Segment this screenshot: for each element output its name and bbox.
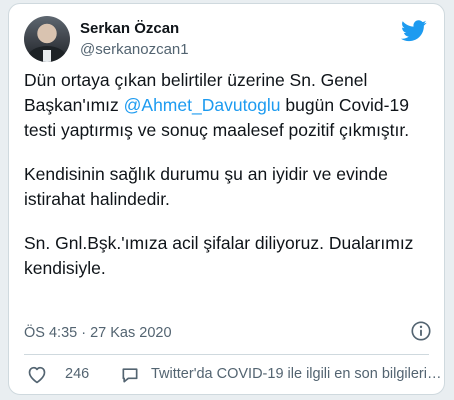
- avatar[interactable]: [24, 16, 70, 62]
- divider: [24, 354, 429, 355]
- tweet-timestamp[interactable]: ÖS 4:35 · 27 Kas 2020: [24, 325, 172, 341]
- tweet-actions: 246 Twitter'da COVID-19 ile ilgili en so…: [24, 361, 441, 389]
- twitter-bird-icon[interactable]: [401, 20, 427, 42]
- author-handle[interactable]: @serkanozcan1: [80, 41, 189, 58]
- tweet-paragraph-2: Kendisinin sağlık durumu şu an iyidir ve…: [24, 164, 388, 209]
- tweet-paragraph-3: Sn. Gnl.Bşk.'ımıza acil şifalar diliyoru…: [24, 233, 414, 278]
- heart-icon[interactable]: [27, 365, 47, 384]
- info-icon[interactable]: [410, 320, 432, 342]
- covid-info-link[interactable]: Twitter'da COVID-19 ile ilgili en son bi…: [151, 366, 441, 382]
- tweet-header: Serkan Özcan @serkanozcan1: [24, 14, 429, 66]
- author-name[interactable]: Serkan Özcan: [80, 20, 179, 37]
- speech-bubble-icon[interactable]: [120, 365, 140, 385]
- tweet-text: Dün ortaya çıkan belirtiler üzerine Sn. …: [24, 68, 432, 300]
- like-count[interactable]: 246: [65, 366, 89, 382]
- tweet-card[interactable]: Serkan Özcan @serkanozcan1 Dün ortaya çı…: [8, 3, 445, 395]
- tweet-paragraph-1: Dün ortaya çıkan belirtiler üzerine Sn. …: [24, 68, 432, 143]
- mention-link[interactable]: @Ahmet_Davutoglu: [124, 95, 281, 115]
- avatar-shirt: [43, 50, 51, 62]
